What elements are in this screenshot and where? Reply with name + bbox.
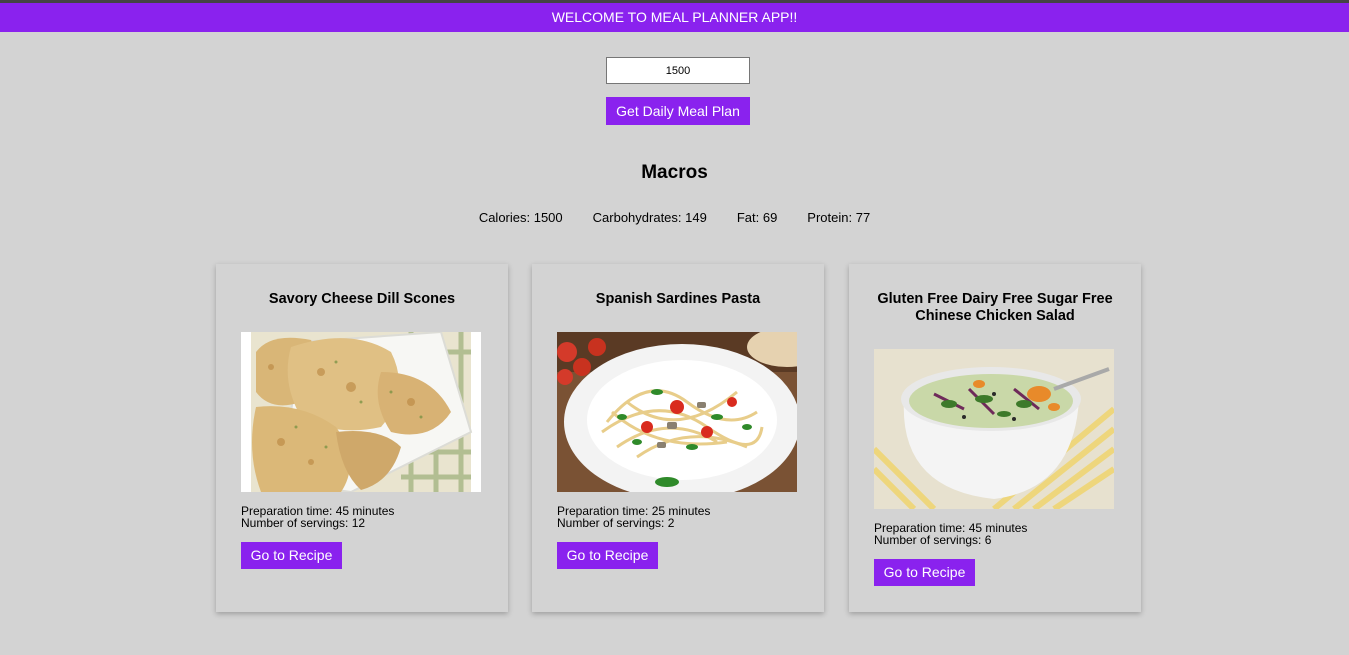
macros-summary: Calories: 1500 Carbohydrates: 149 Fat: 6…: [0, 210, 1349, 225]
scones-image: [241, 332, 481, 492]
go-to-recipe-button[interactable]: Go to Recipe: [874, 559, 975, 586]
meal-info: Preparation time: 45 minutes Number of s…: [241, 505, 394, 529]
get-meal-plan-button[interactable]: Get Daily Meal Plan: [606, 97, 750, 125]
go-to-recipe-button[interactable]: Go to Recipe: [241, 542, 342, 569]
meal-info: Preparation time: 25 minutes Number of s…: [557, 505, 710, 529]
servings: Number of servings: 6: [874, 533, 992, 547]
calories-input[interactable]: [606, 57, 750, 84]
meal-card: Spanish Sardines Pasta Preparation time:…: [532, 264, 824, 612]
pasta-image: [557, 332, 797, 492]
meal-title: Spanish Sardines Pasta: [595, 291, 761, 307]
go-to-recipe-button[interactable]: Go to Recipe: [557, 542, 658, 569]
meal-title: Gluten Free Dairy Free Sugar Free Chines…: [877, 291, 1113, 324]
servings: Number of servings: 2: [557, 516, 675, 530]
macro-carbohydrates: Carbohydrates: 149: [592, 210, 707, 225]
meal-card: Gluten Free Dairy Free Sugar Free Chines…: [849, 264, 1141, 612]
macro-fat: Fat: 69: [736, 210, 778, 225]
salad-image: [874, 349, 1114, 509]
meal-card: Savory Cheese Dill Scones Preparation ti…: [216, 264, 508, 612]
macro-calories: Calories: 1500: [478, 210, 563, 225]
servings: Number of servings: 12: [241, 516, 366, 530]
welcome-banner: WELCOME TO MEAL PLANNER APP!!: [0, 3, 1349, 32]
meal-info: Preparation time: 45 minutes Number of s…: [874, 522, 1027, 546]
macros-heading: Macros: [641, 162, 708, 183]
meal-title: Savory Cheese Dill Scones: [268, 291, 456, 307]
macro-protein: Protein: 77: [807, 210, 871, 225]
